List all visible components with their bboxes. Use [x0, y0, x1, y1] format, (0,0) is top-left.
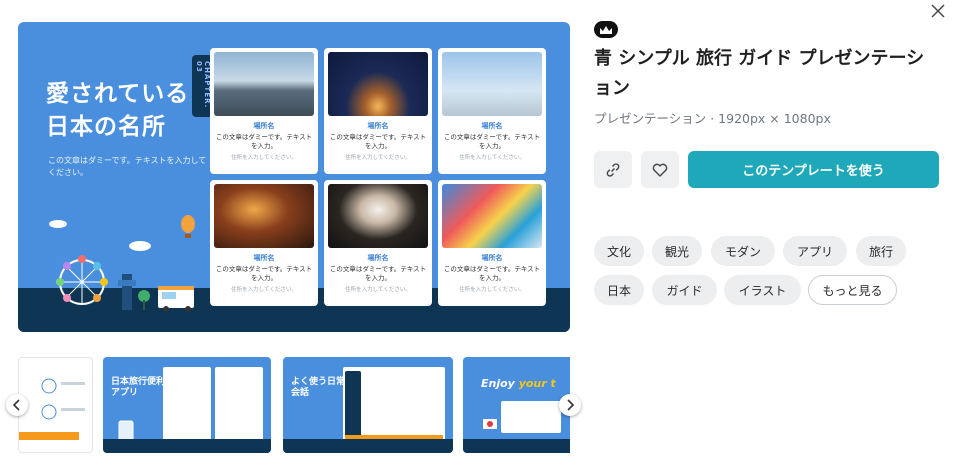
place-card-address: 住所を入力してください。 [231, 287, 297, 293]
place-card-text: この文章はダミーです。テキストを入力。 [329, 265, 427, 282]
place-card: 場所名 この文章はダミーです。テキストを入力。 住所を入力してください。 [438, 48, 546, 174]
tag-illustration[interactable]: イラスト [724, 275, 801, 305]
place-card-address: 住所を入力してください。 [459, 155, 525, 161]
thumbnail-page-2[interactable]: 日本旅行便利アプリ [103, 357, 271, 453]
place-card-text: この文章はダミーです。テキストを入力。 [215, 133, 313, 150]
thumbnail-prev-button[interactable] [6, 394, 28, 416]
tag-guide[interactable]: ガイド [652, 275, 717, 305]
amusement-park-illustration [49, 215, 195, 312]
place-card-address: 住所を入力してください。 [345, 287, 411, 293]
thumbnail-map-panel [501, 401, 561, 433]
place-card: 場所名 この文章はダミーです。テキストを入力。 住所を入力してください。 [324, 48, 432, 174]
thumbnail-ground [103, 439, 271, 453]
thumbnail-english-title: Enjoy your t [481, 377, 556, 390]
slide-heading: 愛されている日本の名所 [46, 81, 190, 140]
chevron-left-icon [12, 399, 20, 411]
japan-flag-icon [483, 419, 497, 429]
sushi-chef-photo [328, 184, 428, 248]
place-card-title: 場所名 [367, 122, 389, 130]
thumbnail-panel-tab [345, 371, 361, 437]
thumbnail-page-1[interactable] [18, 357, 93, 453]
thumbnail-next-button[interactable] [559, 394, 581, 416]
mount-fuji-photo [214, 52, 314, 116]
tag-travel[interactable]: 旅行 [856, 236, 906, 266]
premium-badge [594, 21, 618, 38]
place-card-text: この文章はダミーです。テキストを入力。 [443, 133, 541, 150]
thumbnail-page-4[interactable]: Enjoy your t [463, 357, 570, 453]
place-card-address: 住所を入力してください。 [345, 155, 411, 161]
thumbnail-ground [463, 439, 570, 453]
copy-link-button[interactable] [594, 151, 632, 188]
thumbnail-title: 日本旅行便利アプリ [111, 377, 166, 398]
thumbnail-title: よく使う日常会話 [291, 377, 346, 398]
place-card-title: 場所名 [481, 254, 503, 262]
place-card-text: この文章はダミーです。テキストを入力。 [215, 265, 313, 282]
place-card-title: 場所名 [481, 122, 503, 130]
place-card-text: この文章はダミーです。テキストを入力。 [329, 133, 427, 150]
thumbnail-strip: 日本旅行便利アプリ よく使う日常会話 Enjoy your t [18, 357, 570, 453]
heart-icon [652, 163, 668, 177]
city-signs-photo [442, 184, 542, 248]
tag-modern[interactable]: モダン [711, 236, 775, 266]
template-preview[interactable]: 愛されている日本の名所 この文章はダミーです。テキストを入力してください。 CH… [18, 22, 570, 332]
use-template-button[interactable]: このテンプレートを使う [688, 151, 939, 188]
template-title: 青 シンプル 旅行 ガイド プレゼンテーション [594, 48, 925, 99]
statue-photo [442, 52, 542, 116]
place-card-grid: 場所名 この文章はダミーです。テキストを入力。 住所を入力してください。 場所名… [210, 48, 546, 306]
crown-icon [600, 25, 612, 34]
lantern-alley-photo [214, 184, 314, 248]
favorite-button[interactable] [641, 151, 679, 188]
place-card-title: 場所名 [253, 254, 275, 262]
place-card-address: 住所を入力してください。 [459, 287, 525, 293]
tag-japan[interactable]: 日本 [594, 275, 644, 305]
show-more-tags-button[interactable]: もっと見る [808, 275, 897, 305]
tag-app[interactable]: アプリ [783, 236, 847, 266]
template-meta: プレゼンテーション · 1920px × 1080px [594, 111, 831, 126]
chapter-tab: CHAPTER. 03 [192, 55, 212, 117]
thumbnail-panel [163, 367, 211, 441]
link-icon [606, 162, 620, 177]
thumbnail-en-prefix: Enjoy [481, 377, 519, 390]
place-card: 場所名 この文章はダミーです。テキストを入力。 住所を入力してください。 [210, 48, 318, 174]
chevron-right-icon [567, 399, 575, 411]
tag-culture[interactable]: 文化 [594, 236, 644, 266]
app-screen-thumbnail-graphic [19, 378, 85, 440]
place-card-address: 住所を入力してください。 [231, 155, 297, 161]
place-card-text: この文章はダミーです。テキストを入力。 [443, 265, 541, 282]
thumbnail-ground [283, 439, 453, 453]
thumbnail-en-accent: your t [518, 377, 556, 390]
place-card: 場所名 この文章はダミーです。テキストを入力。 住所を入力してください。 [210, 180, 318, 306]
slide-body-text: この文章はダミーです。テキストを入力してください。 [48, 156, 207, 177]
place-card-title: 場所名 [367, 254, 389, 262]
thumbnail-panel [215, 367, 263, 441]
close-icon [931, 4, 945, 18]
close-button[interactable] [928, 1, 948, 21]
place-card-title: 場所名 [253, 122, 275, 130]
thumbnail-page-3[interactable]: よく使う日常会話 [283, 357, 453, 453]
place-card: 場所名 この文章はダミーです。テキストを入力。 住所を入力してください。 [438, 180, 546, 306]
place-card: 場所名 この文章はダミーです。テキストを入力。 住所を入力してください。 [324, 180, 432, 306]
chapter-label: CHAPTER. 03 [195, 61, 211, 109]
tag-sightseeing[interactable]: 観光 [652, 236, 702, 266]
night-view-photo [328, 52, 428, 116]
